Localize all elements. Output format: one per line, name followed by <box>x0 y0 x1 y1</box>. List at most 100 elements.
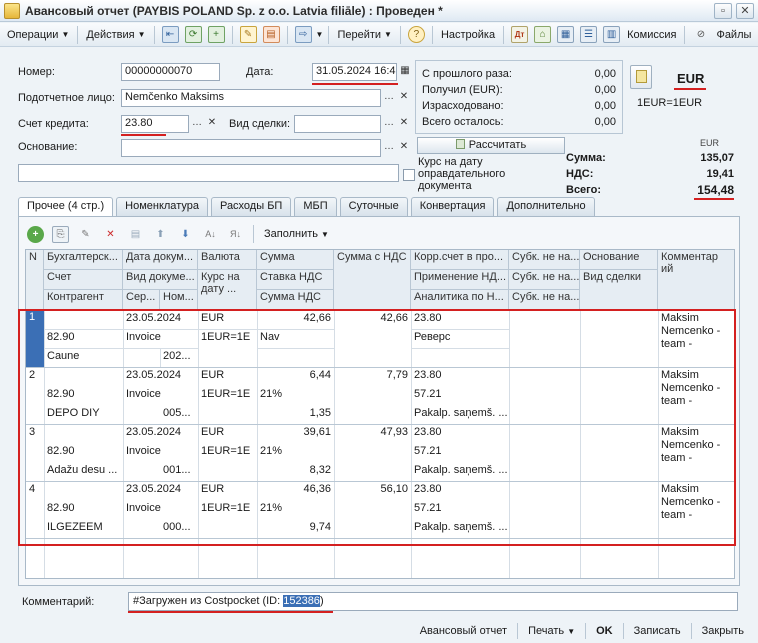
toolbar-separator <box>328 25 330 44</box>
transfer-icon[interactable]: ⇨ <box>294 26 312 43</box>
debit-credit-icon[interactable]: Дт <box>511 26 529 43</box>
dropdown-arrow-icon: ▼ <box>567 627 576 636</box>
rate-on-document-date-checkbox[interactable] <box>403 169 415 181</box>
files-button[interactable]: Файлы <box>713 25 754 45</box>
goto-menu[interactable]: Перейти ▼ <box>334 25 395 45</box>
account-report-icon[interactable]: ⌂ <box>534 26 552 43</box>
commission-button[interactable]: Комиссия <box>624 25 679 45</box>
column-header[interactable]: Субк. не на... <box>509 250 580 270</box>
clear-deal-type-icon[interactable]: ✕ <box>397 116 411 132</box>
column-header[interactable]: Сумма с НДС <box>334 250 411 310</box>
column-header[interactable]: Дата докум... <box>123 250 198 270</box>
save-button[interactable]: Записать <box>630 625 685 637</box>
column-header[interactable]: Контрагент <box>44 290 123 310</box>
column-header[interactable]: Аналитика по Н... <box>411 290 509 310</box>
column-header[interactable]: Валюта <box>198 250 257 270</box>
sort-asc-icon[interactable]: A↓ <box>202 226 219 243</box>
select-deal-type-button[interactable]: … <box>382 116 396 132</box>
close-window-button[interactable]: ✕ <box>736 3 754 19</box>
credit-account-label: Счет кредита: <box>18 118 89 130</box>
close-button[interactable]: Закрыть <box>698 625 748 637</box>
select-accountable-button[interactable]: … <box>382 90 396 106</box>
sum-label: Сумма: <box>566 152 606 164</box>
column-header[interactable]: Субк. не на... <box>509 290 580 310</box>
select-credit-account-button[interactable]: … <box>190 116 204 132</box>
operations-label: Операции <box>7 28 59 41</box>
clear-credit-account-icon[interactable]: ✕ <box>205 116 219 132</box>
column-header[interactable]: Основание <box>580 250 658 270</box>
column-header[interactable]: Корр.счет в про... <box>411 250 509 270</box>
credit-account-field[interactable]: 23.80 <box>121 115 189 133</box>
move-up-icon[interactable]: ⬆ <box>152 226 169 243</box>
ok-button[interactable]: OK <box>592 625 617 637</box>
tab-additional[interactable]: Дополнительно <box>497 197 595 216</box>
column-header[interactable]: Сумма <box>257 250 334 270</box>
column-header[interactable]: Счет <box>44 270 123 290</box>
settings-button[interactable]: Настройка <box>438 25 498 45</box>
commission-label: Комиссия <box>627 28 677 41</box>
print-menu[interactable]: Печать ▼ <box>524 625 579 637</box>
select-basis-button[interactable]: … <box>382 140 396 156</box>
toolbar-separator <box>622 623 624 639</box>
edit-row-icon[interactable]: ✎ <box>77 226 94 243</box>
clear-accountable-icon[interactable]: ✕ <box>397 90 411 106</box>
operations-menu[interactable]: Операции ▼ <box>4 25 72 45</box>
column-header[interactable]: Бухгалтерск... <box>44 250 123 270</box>
column-header[interactable]: Сер... <box>123 290 160 310</box>
column-header[interactable]: Курс на дату ... <box>198 270 257 310</box>
column-header[interactable]: Субк. не на... <box>509 270 580 290</box>
copy-row-icon[interactable]: ⎘ <box>52 225 69 243</box>
column-header[interactable]: Ном... <box>160 290 198 310</box>
number-field[interactable]: 00000000070 <box>121 63 220 81</box>
actions-menu[interactable]: Действия ▼ <box>83 25 148 45</box>
column-header[interactable]: Вид докуме... <box>123 270 198 290</box>
calendar-icon[interactable]: ▦ <box>398 64 412 80</box>
paperclip-icon[interactable]: ⊘ <box>692 26 709 43</box>
sort-desc-icon[interactable]: Я↓ <box>227 226 244 243</box>
toolbar-separator <box>431 25 433 44</box>
column-header[interactable]: Вид сделки <box>580 270 658 310</box>
date-field[interactable]: 31.05.2024 16:4 <box>312 63 397 81</box>
summary-value: 0,00 <box>594 68 616 80</box>
help-icon[interactable]: ? <box>407 26 425 43</box>
new-document-icon[interactable]: ✎ <box>239 26 257 43</box>
currency-button[interactable] <box>630 65 652 89</box>
maximize-button[interactable]: ▫ <box>714 3 732 19</box>
basis-field[interactable] <box>121 139 381 157</box>
tab-expenses-bp[interactable]: Расходы БП <box>210 197 292 216</box>
fill-menu[interactable]: Заполнить ▼ <box>261 224 332 244</box>
list-icon[interactable]: ☰ <box>580 26 598 43</box>
column-header[interactable]: Комментар ий <box>658 250 734 310</box>
deal-type-field[interactable] <box>294 115 381 133</box>
post-document-icon[interactable]: ⇤ <box>161 26 179 43</box>
delete-row-icon[interactable]: ✕ <box>102 226 119 243</box>
comment-text-end: ) <box>319 595 324 607</box>
column-header[interactable]: N <box>26 250 44 310</box>
add-row-icon[interactable]: + <box>27 225 44 243</box>
tab-nomenclature[interactable]: Номенклатура <box>116 197 208 216</box>
basis-text-field[interactable] <box>18 164 399 182</box>
move-down-icon[interactable]: ⬇ <box>177 226 194 243</box>
window-title: Авансовый отчет (PAYBIS POLAND Sp. z o.o… <box>25 3 443 18</box>
accountable-field[interactable]: Nemčenko Maksims <box>121 89 381 107</box>
end-edit-icon[interactable]: ▤ <box>127 226 144 243</box>
tab-daily-allowance[interactable]: Суточные <box>339 197 408 216</box>
credit-account-red-underline <box>121 134 166 136</box>
column-header[interactable]: Применение НД... <box>411 270 509 290</box>
tab-mbp[interactable]: МБП <box>294 197 337 216</box>
calculate-button[interactable]: Рассчитать <box>417 137 565 154</box>
advance-report-print-button[interactable]: Авансовый отчет <box>416 625 511 637</box>
dropdown-arrow-icon[interactable]: ▼ <box>316 30 324 39</box>
refresh-icon[interactable]: ⟳ <box>184 26 202 43</box>
structure-icon[interactable]: ▤ <box>262 26 280 43</box>
clear-basis-icon[interactable]: ✕ <box>397 140 411 156</box>
calculator-icon <box>455 139 465 149</box>
copy-icon[interactable]: + <box>207 26 225 43</box>
column-header[interactable]: Сумма НДС <box>257 290 334 310</box>
tab-other[interactable]: Прочее (4 стр.) <box>18 197 114 217</box>
grid-icon[interactable]: ▦ <box>557 26 575 43</box>
column-header[interactable]: Ставка НДС <box>257 270 334 290</box>
document-list-icon[interactable]: ▥ <box>603 26 621 43</box>
comment-field[interactable]: #Загружен из Costpocket (ID: 152386) <box>128 592 738 611</box>
tab-conversion[interactable]: Конвертация <box>410 197 495 216</box>
